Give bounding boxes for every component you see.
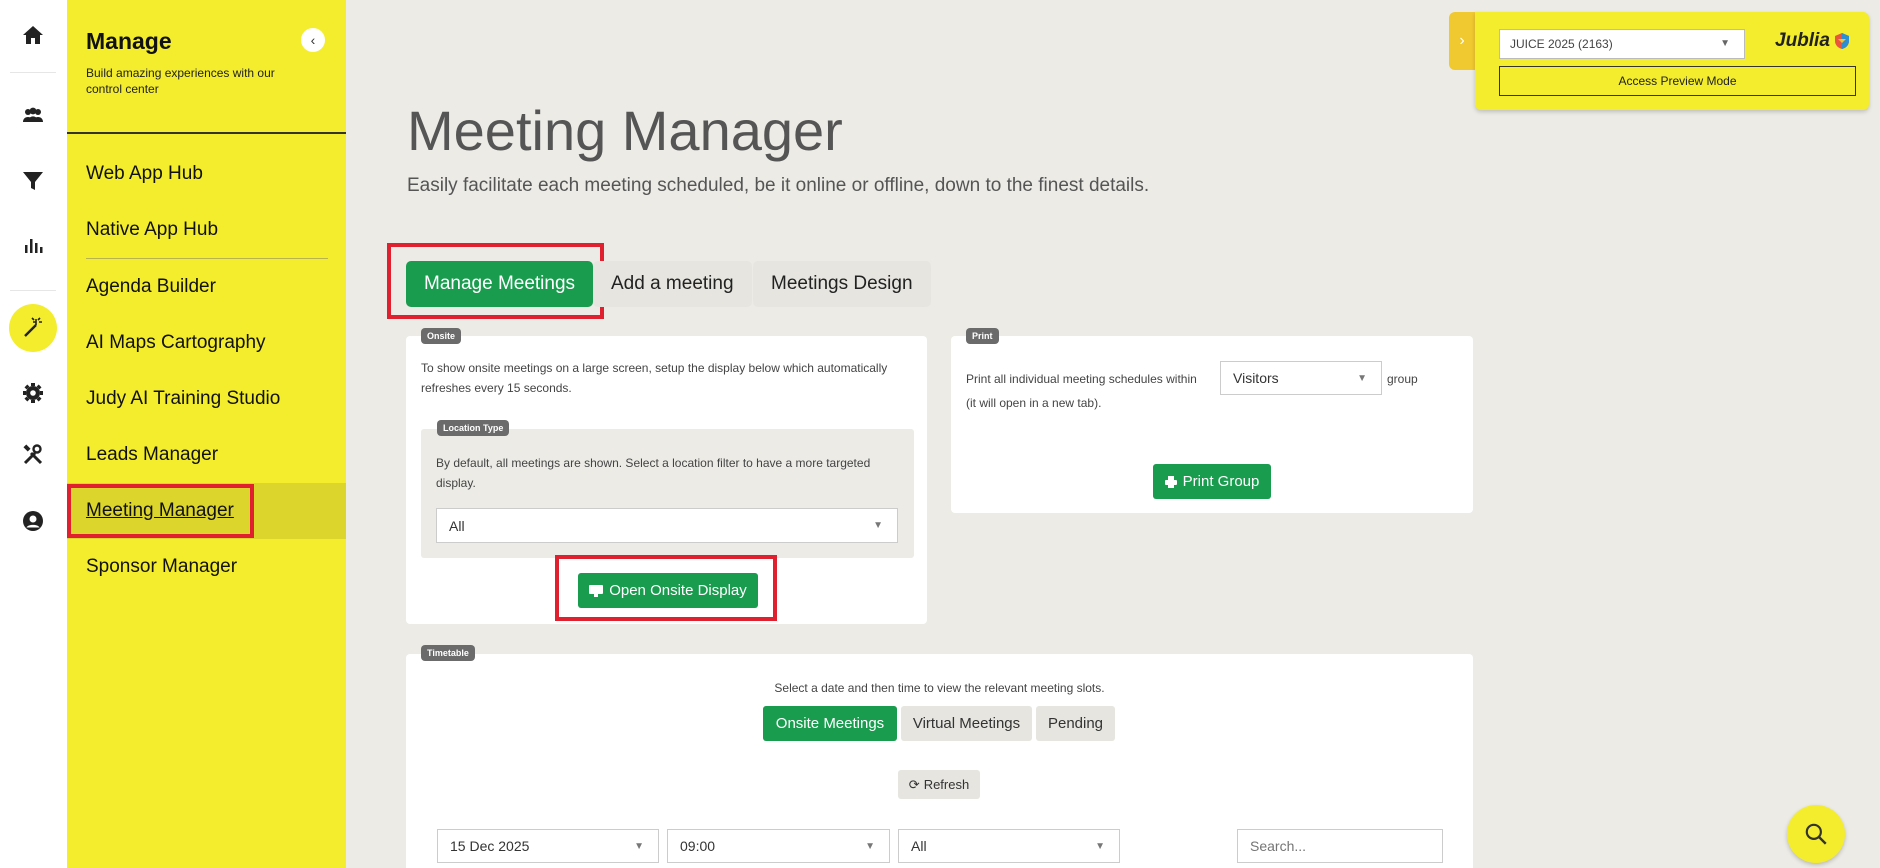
sidebar: Manage Build amazing experiences with ou… [67, 0, 346, 868]
sidebar-item-ai-maps-cartography[interactable]: AI Maps Cartography [67, 315, 346, 371]
sidebar-item-native-app-hub[interactable]: Native App Hub [67, 202, 346, 258]
highlight-box-sidebar [67, 484, 254, 538]
rail-divider [10, 290, 56, 291]
dropdown-caret-icon: ▼ [873, 520, 883, 531]
onsite-badge: Onsite [421, 328, 462, 344]
icon-rail [0, 0, 67, 868]
toggle-onsite-meetings[interactable]: Onsite Meetings [763, 706, 897, 741]
tab-add-a-meeting[interactable]: Add a meeting [593, 261, 752, 307]
print-group-button[interactable]: Print Group [1153, 464, 1271, 499]
sidebar-item-judy-ai-training-studio[interactable]: Judy AI Training Studio [67, 371, 346, 427]
print-badge: Print [966, 328, 999, 344]
refresh-button[interactable]: ⟳ Refresh [898, 770, 980, 799]
sidebar-header: Manage Build amazing experiences with ou… [67, 0, 346, 134]
panel-toggle-tab[interactable]: › [1449, 12, 1475, 70]
shield-logo-icon [1834, 33, 1849, 49]
chevron-right-icon: › [1459, 32, 1465, 49]
sidebar-item-leads-manager[interactable]: Leads Manager [67, 427, 346, 483]
location-type-badge: Location Type [437, 420, 510, 436]
chevron-left-icon: ‹ [310, 32, 316, 48]
print-text-after: group [1387, 372, 1418, 386]
gear-icon[interactable] [14, 374, 52, 412]
dropdown-caret-icon: ▼ [865, 840, 875, 852]
dropdown-caret-icon: ▼ [1357, 372, 1367, 384]
location-filter-select[interactable]: All ▼ [898, 829, 1120, 863]
user-circle-icon[interactable] [14, 502, 52, 540]
timetable-badge: Timetable [421, 645, 475, 661]
dropdown-caret-icon: ▼ [1095, 840, 1105, 852]
users-icon[interactable] [14, 96, 52, 134]
refresh-icon: ⟳ [908, 776, 920, 792]
tools-icon[interactable] [14, 436, 52, 474]
event-select[interactable]: JUICE 2025 (2163) ▼ [1499, 29, 1745, 59]
chart-icon[interactable] [14, 226, 52, 264]
page-subtitle: Easily facilitate each meeting scheduled… [407, 175, 1150, 196]
location-select[interactable]: All ▼ [436, 508, 898, 543]
event-panel: JUICE 2025 (2163) ▼ Jublia Access Previe… [1475, 12, 1869, 110]
home-icon[interactable] [14, 16, 52, 54]
print-note: (it will open in a new tab). [966, 396, 1102, 410]
highlight-box-tab [387, 243, 604, 319]
rail-divider [10, 72, 56, 73]
search-icon [1805, 823, 1827, 845]
print-text-before: Print all individual meeting schedules w… [966, 372, 1197, 386]
sidebar-item-web-app-hub[interactable]: Web App Hub [67, 146, 346, 202]
sidebar-title: Manage [86, 28, 172, 54]
location-description: By default, all meetings are shown. Sele… [436, 456, 871, 490]
time-select[interactable]: 09:00 ▼ [667, 829, 890, 863]
sidebar-item-agenda-builder[interactable]: Agenda Builder [67, 259, 346, 315]
printer-icon [1164, 475, 1177, 488]
floating-search-button[interactable] [1787, 805, 1845, 863]
search-input[interactable] [1237, 829, 1443, 863]
brand-logo: Jublia [1775, 30, 1850, 52]
sidebar-subtitle: Build amazing experiences with our contr… [86, 66, 275, 96]
magic-wand-icon[interactable] [9, 304, 57, 352]
filter-icon[interactable] [14, 162, 52, 200]
access-preview-mode-button[interactable]: Access Preview Mode [1499, 66, 1856, 96]
highlight-box-open-display [555, 555, 777, 621]
toggle-virtual-meetings[interactable]: Virtual Meetings [901, 706, 1032, 741]
tab-meetings-design[interactable]: Meetings Design [753, 261, 931, 307]
dropdown-caret-icon: ▼ [1720, 38, 1730, 49]
toggle-pending[interactable]: Pending [1036, 706, 1115, 741]
onsite-description: To show onsite meetings on a large scree… [421, 361, 888, 395]
page-title: Meeting Manager [407, 99, 843, 162]
collapse-sidebar-button[interactable]: ‹ [301, 28, 325, 52]
date-select[interactable]: 15 Dec 2025 ▼ [437, 829, 659, 863]
dropdown-caret-icon: ▼ [634, 840, 644, 852]
group-select[interactable]: Visitors ▼ [1220, 361, 1382, 395]
sidebar-item-sponsor-manager[interactable]: Sponsor Manager [67, 539, 346, 595]
timetable-instruction: Select a date and then time to view the … [774, 681, 1105, 695]
